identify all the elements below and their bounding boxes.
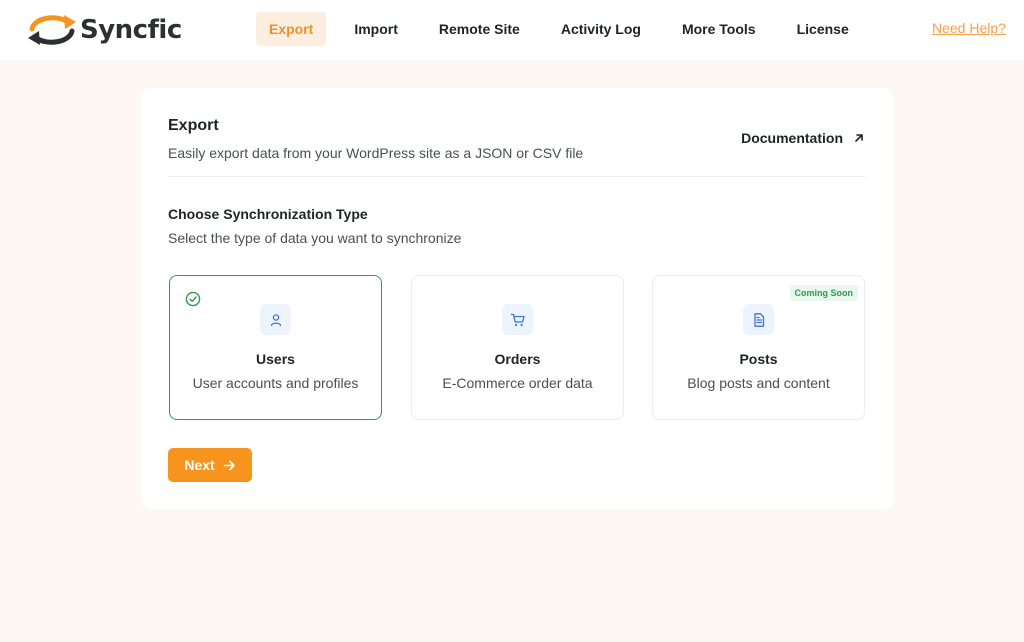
option-description: E-Commerce order data [442, 375, 593, 391]
need-help-link[interactable]: Need Help? [932, 20, 1006, 36]
header-divider [168, 176, 866, 177]
option-posts[interactable]: Coming Soon Posts Blog posts and content [652, 275, 865, 420]
option-title: Orders [494, 351, 541, 367]
external-arrow-icon [855, 134, 863, 142]
section-title: Choose Synchronization Type [168, 206, 368, 222]
check-circle-icon [185, 291, 201, 307]
cart-icon [502, 304, 533, 335]
main-nav: Export Import Remote Site Activity Log M… [256, 12, 877, 46]
arrow-right-icon [223, 460, 235, 470]
nav-tab-import[interactable]: Import [341, 12, 411, 46]
option-description: User accounts and profiles [192, 375, 359, 391]
documentation-label: Documentation [741, 130, 843, 146]
option-description: Blog posts and content [687, 375, 830, 391]
nav-tab-license[interactable]: License [784, 12, 862, 46]
coming-soon-badge: Coming Soon [789, 285, 858, 301]
brand-logo[interactable]: Syncfic [26, 12, 182, 48]
section-subtitle: Select the type of data you want to sync… [168, 230, 462, 246]
nav-tab-remote-site[interactable]: Remote Site [426, 12, 533, 46]
option-users[interactable]: Users User accounts and profiles [169, 275, 382, 420]
nav-tab-export[interactable]: Export [256, 12, 327, 46]
export-card: Export Easily export data from your Word… [141, 88, 893, 509]
nav-tab-more-tools[interactable]: More Tools [669, 12, 769, 46]
top-header: Syncfic Export Import Remote Site Activi… [0, 0, 1024, 60]
user-icon [260, 304, 291, 335]
next-button[interactable]: Next [168, 448, 252, 482]
documentation-link[interactable]: Documentation [741, 130, 865, 146]
option-title: Posts [739, 351, 778, 367]
brand-name: Syncfic [80, 15, 182, 45]
sync-logo-icon [28, 15, 76, 45]
nav-tab-activity-log[interactable]: Activity Log [548, 12, 654, 46]
option-title: Users [256, 351, 295, 367]
document-icon [743, 304, 774, 335]
next-button-label: Next [184, 457, 215, 473]
page-title: Export [168, 117, 219, 134]
option-orders[interactable]: Orders E-Commerce order data [411, 275, 624, 420]
page-subtitle: Easily export data from your WordPress s… [168, 145, 584, 161]
